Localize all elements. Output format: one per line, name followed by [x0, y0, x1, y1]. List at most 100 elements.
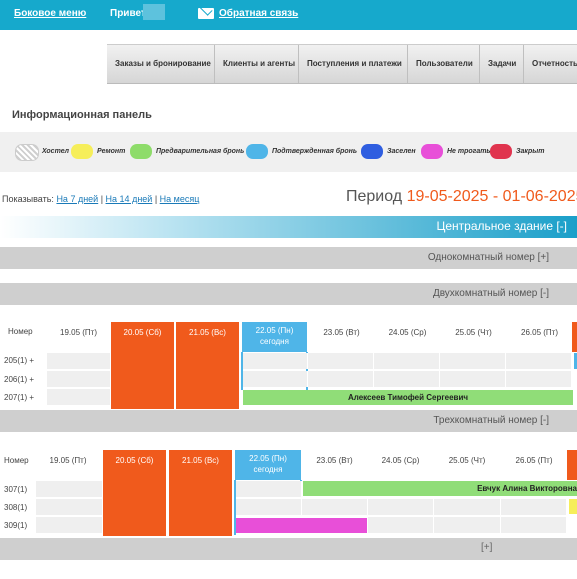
period-value: 19-05-2025 - 01-06-2025 — [406, 188, 577, 205]
side-menu-link[interactable]: Боковое меню — [14, 8, 86, 19]
day-header: 26.05 (Пт) — [515, 456, 553, 465]
room-number[interactable]: 308(1) — [4, 503, 27, 512]
grid-cell[interactable] — [47, 371, 111, 387]
today-label: сегодня — [253, 465, 283, 474]
grid-cell[interactable] — [434, 499, 501, 515]
grid-cell[interactable] — [36, 499, 103, 515]
grid-cell[interactable] — [434, 517, 501, 533]
legend-label-prelim: Предварительная бронь — [156, 148, 245, 155]
day-header-today: 22.05 (Пн) сегодня — [242, 322, 307, 352]
booking-do-not-touch[interactable] — [236, 518, 367, 533]
grid-cell[interactable] — [36, 481, 103, 497]
panel-title: Информационная панель — [12, 109, 152, 121]
username-placeholder — [143, 4, 165, 20]
building-title: Центральное здание [-] — [436, 219, 568, 233]
grid-cell[interactable] — [236, 499, 302, 515]
day-header: 19.05 (Пт) — [60, 328, 97, 337]
room-type-double[interactable]: Двухкомнатный номер [-] — [0, 283, 577, 305]
grid-cell[interactable] — [243, 371, 308, 387]
building-header[interactable]: Центральное здание [-] — [0, 216, 577, 238]
room-number[interactable]: 207(1) + — [4, 393, 34, 402]
booking-edge — [569, 499, 577, 514]
grid-cell[interactable] — [243, 353, 308, 369]
tab-orders[interactable]: Заказы и бронирование — [107, 45, 215, 83]
grid-cell[interactable] — [47, 389, 111, 405]
legend-label-repair: Ремонт — [97, 148, 126, 155]
legend-swatch-checked-in — [361, 144, 383, 159]
room-type-single-label: Однокомнатный номер [+] — [427, 252, 549, 263]
day-header: 23.05 (Вт) — [323, 328, 360, 337]
day-header-today: 22.05 (Пн) сегодня — [235, 450, 301, 480]
day-header: 26.05 (Пт) — [521, 328, 558, 337]
show-filter: Показывать: На 7 дней | На 14 дней | На … — [2, 194, 200, 204]
day-header: 25.05 (Чт) — [455, 328, 492, 337]
booking-bar[interactable]: Евчук Алина Викторовна — [303, 481, 577, 496]
tab-clients[interactable]: Клиенты и агенты — [215, 45, 299, 83]
number-header: Номер — [4, 456, 29, 465]
period-display: Период 19-05-2025 - 01-06-2025 — [346, 188, 577, 206]
grid-cell[interactable] — [374, 371, 440, 387]
show-label: Показывать: — [2, 194, 54, 204]
grid-cell[interactable] — [506, 371, 572, 387]
grid-cell[interactable] — [47, 353, 111, 369]
grid-cell[interactable] — [308, 353, 374, 369]
day-header: 19.05 (Пт) — [49, 456, 87, 465]
day-header: 24.05 (Ср) — [388, 328, 427, 337]
room-type-triple[interactable]: Трехкомнатный номер [-] — [0, 410, 577, 432]
legend-swatch-hostel — [15, 144, 39, 161]
day-header: 23.05 (Вт) — [316, 456, 353, 465]
day-header-weekend: 21.05 (Вс) — [169, 450, 232, 536]
room-number[interactable]: 205(1) + — [4, 356, 34, 365]
expand-toggle[interactable]: [+] — [481, 542, 492, 553]
top-bar: Боковое меню Привет, Обратная связь — [0, 0, 577, 30]
grid-cell[interactable] — [302, 499, 368, 515]
legend-swatch-repair — [71, 144, 93, 159]
tab-users[interactable]: Пользователи — [408, 45, 480, 83]
today-label: сегодня — [260, 337, 289, 346]
day-header: 25.05 (Чт) — [448, 456, 486, 465]
day-header-weekend: 20.05 (Сб) — [103, 450, 166, 536]
grid-cell[interactable] — [501, 517, 567, 533]
grid-cell[interactable] — [501, 499, 567, 515]
room-type-triple-label: Трехкомнатный номер [-] — [433, 415, 549, 426]
grid-cell[interactable] — [368, 517, 434, 533]
day-header-weekend: 20.05 (Сб) — [111, 322, 174, 409]
feedback-link[interactable]: Обратная связь — [219, 8, 298, 19]
next-weekend-marker — [567, 450, 577, 480]
legend-label-closed: Закрыт — [516, 148, 545, 155]
footer-bar: [+] — [0, 538, 577, 560]
link-7-days[interactable]: На 7 дней — [56, 194, 98, 204]
grid-cell[interactable] — [440, 353, 506, 369]
grid-cell[interactable] — [506, 353, 572, 369]
grid-cell[interactable] — [368, 499, 434, 515]
legend-label-confirmed: Подтвержденная бронь — [272, 148, 358, 155]
link-14-days[interactable]: На 14 дней — [106, 194, 153, 204]
main-nav: Заказы и бронирование Клиенты и агенты П… — [107, 44, 577, 84]
room-number[interactable]: 307(1) — [4, 485, 27, 494]
legend-label-do-not-touch: Не трогать — [447, 148, 491, 155]
legend-swatch-do-not-touch — [421, 144, 443, 159]
tab-reports[interactable]: Отчетность — [524, 45, 577, 83]
grid-cell[interactable] — [440, 371, 506, 387]
room-type-double-label: Двухкомнатный номер [-] — [432, 288, 549, 299]
period-label: Период — [346, 188, 403, 205]
booking-bar[interactable]: Алексеев Тимофей Сергеевич — [243, 390, 573, 405]
room-number[interactable]: 206(1) + — [4, 375, 34, 384]
grid-cell[interactable] — [36, 517, 103, 533]
legend-swatch-closed — [490, 144, 512, 159]
room-type-single[interactable]: Однокомнатный номер [+] — [0, 247, 577, 269]
next-weekend-marker — [572, 322, 577, 352]
envelope-icon[interactable] — [198, 8, 214, 19]
grid-cell[interactable] — [236, 481, 302, 497]
room-number[interactable]: 309(1) — [4, 521, 27, 530]
legend-label-hostel: Хостел — [42, 148, 70, 155]
legend-swatch-prelim — [130, 144, 152, 159]
tab-payments[interactable]: Поступления и платежи — [299, 45, 408, 83]
day-header-weekend: 21.05 (Вс) — [176, 322, 239, 409]
legend-label-checked-in: Заселен — [387, 148, 416, 155]
tab-tasks[interactable]: Задачи — [480, 45, 524, 83]
grid-cell[interactable] — [374, 353, 440, 369]
link-month[interactable]: На месяц — [160, 194, 200, 204]
day-header: 24.05 (Ср) — [381, 456, 420, 465]
grid-cell[interactable] — [308, 371, 374, 387]
